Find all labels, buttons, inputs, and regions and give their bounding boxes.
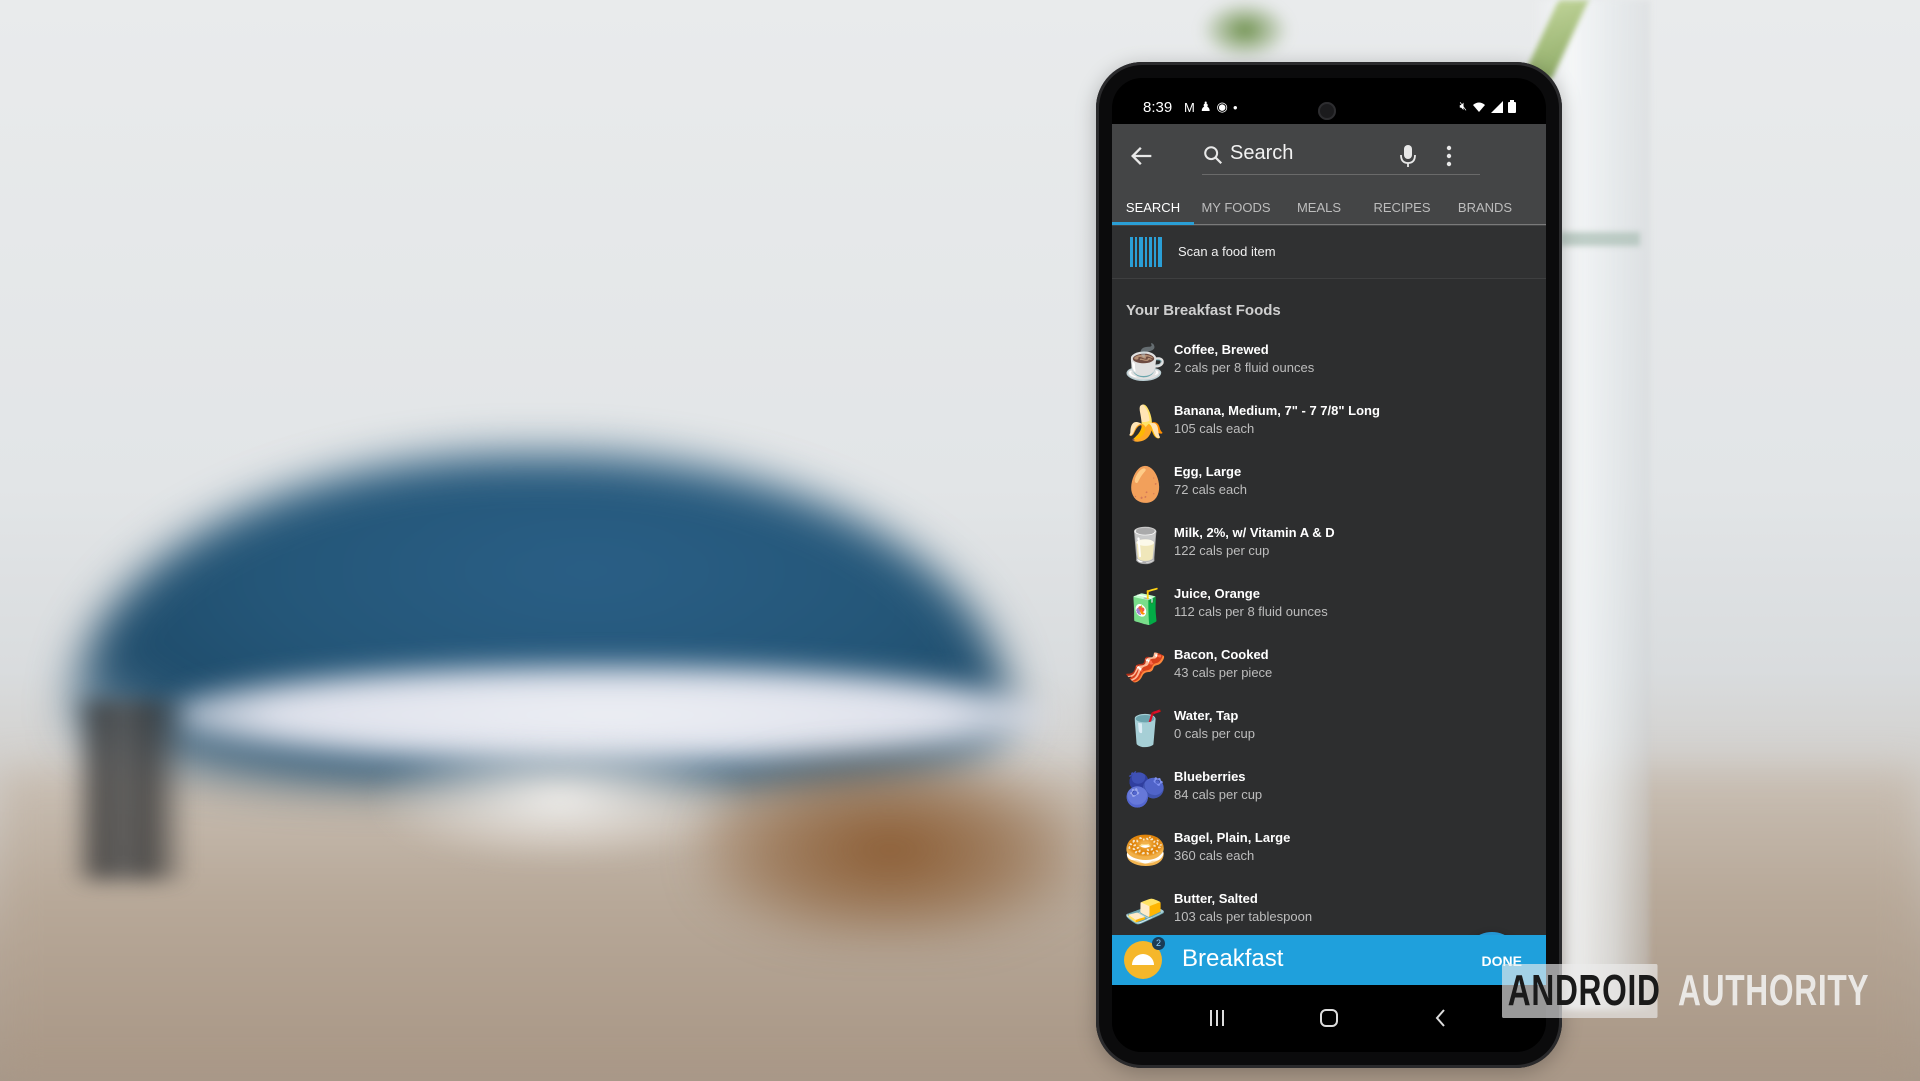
food-name: Bagel, Plain, Large [1174, 830, 1291, 845]
food-name: Water, Tap [1174, 708, 1239, 723]
milk-icon: 🥛 [1124, 527, 1167, 565]
android-authority-watermark: ANDROID AUTHORITY [1502, 964, 1920, 1018]
bacon-icon: 🥓 [1124, 649, 1167, 687]
food-name: Butter, Salted [1174, 891, 1258, 906]
back-arrow-icon[interactable] [1128, 142, 1156, 170]
food-calories: 105 cals each [1174, 421, 1255, 436]
meal-item-count-badge: 2 [1152, 937, 1165, 950]
phone-screen: 8:39 M ♟ ◉ ● 🔇︎ Search SEARCH MY FOODS M… [1112, 78, 1546, 1052]
food-name: Banana, Medium, 7" - 7 7/8" Long [1174, 403, 1380, 418]
wifi-icon [1473, 102, 1485, 112]
status-left-icons: M ♟ ◉ ● [1184, 99, 1238, 115]
photo-background [0, 0, 1920, 1081]
signal-icon [1491, 100, 1503, 113]
tab-my-foods[interactable]: MY FOODS [1194, 190, 1278, 224]
mute-icon: 🔇︎ [1459, 99, 1467, 113]
tab-bar: SEARCH MY FOODS MEALS RECIPES BRANDS [1112, 190, 1546, 225]
food-list-item[interactable]: 🫐 Blueberries 84 cals per cup [1112, 761, 1546, 821]
food-calories: 103 cals per tablespoon [1174, 909, 1313, 924]
gmail-icon: M [1184, 99, 1195, 115]
food-list-item[interactable]: 🥤 Water, Tap 0 cals per cup [1112, 700, 1546, 760]
app-bar: Search SEARCH MY FOODS MEALS RECIPES BRA… [1112, 124, 1546, 226]
food-name: Juice, Orange [1174, 586, 1260, 601]
blueberries-icon: 🫐 [1124, 771, 1167, 809]
blurred-plate-base [380, 740, 740, 860]
food-list-item[interactable]: 🍌 Banana, Medium, 7" - 7 7/8" Long 105 cal… [1112, 395, 1546, 455]
coffee-icon: ☕ [1124, 344, 1167, 382]
notification-icon: ♟ [1199, 99, 1212, 114]
blurred-fork [70, 700, 190, 880]
status-right-icons: 🔇︎ [1459, 99, 1516, 114]
tab-recipes[interactable]: RECIPES [1360, 190, 1444, 224]
recents-icon[interactable] [1204, 1005, 1230, 1031]
egg-icon: 🥚 [1124, 466, 1167, 504]
sync-icon: ◉ [1216, 99, 1228, 114]
front-camera [1318, 102, 1336, 120]
food-list-item[interactable]: 🥚 Egg, Large 72 cals each [1112, 456, 1546, 516]
food-calories: 0 cals per cup [1174, 726, 1255, 741]
food-name: Coffee, Brewed [1174, 342, 1269, 357]
food-calories: 112 cals per 8 fluid ounces [1174, 604, 1328, 619]
tab-search[interactable]: SEARCH [1112, 190, 1194, 225]
meal-label[interactable]: Breakfast [1182, 945, 1283, 973]
status-bar: 8:39 M ♟ ◉ ● 🔇︎ [1112, 78, 1546, 124]
search-input[interactable]: Search [1202, 138, 1480, 175]
scan-label: Scan a food item [1178, 244, 1276, 259]
battery-icon [1508, 100, 1516, 113]
watermark-android: ANDROID [1502, 964, 1660, 1018]
food-list-area: Scan a food item Your Breakfast Foods ☕ C… [1112, 226, 1546, 1006]
banana-icon: 🍌 [1124, 405, 1167, 443]
food-list-item[interactable]: 🥓 Bacon, Cooked 43 cals per piece [1112, 639, 1546, 699]
food-name: Blueberries [1174, 769, 1246, 784]
food-name: Bacon, Cooked [1174, 647, 1269, 662]
dot-icon: ● [1232, 102, 1238, 112]
juice-icon: 🧃 [1124, 588, 1167, 626]
status-time: 8:39 [1143, 99, 1173, 116]
food-calories: 360 cals each [1174, 848, 1255, 863]
food-list-item[interactable]: 🧃 Juice, Orange 112 cals per 8 fluid ounce… [1112, 578, 1546, 638]
food-calories: 43 cals per piece [1174, 665, 1273, 680]
meal-bar: 2 Breakfast DONE [1112, 935, 1546, 985]
blurred-wood [700, 760, 1080, 940]
tab-meals[interactable]: MEALS [1278, 190, 1360, 224]
butter-icon: 🧈 [1124, 893, 1167, 931]
scan-food-item-button[interactable]: Scan a food item [1112, 226, 1546, 279]
water-icon: 🥤 [1124, 710, 1167, 748]
system-nav-bar [1112, 985, 1546, 1052]
food-calories: 122 cals per cup [1174, 543, 1270, 558]
search-placeholder: Search [1230, 142, 1294, 164]
watermark-authority: AUTHORITY [1678, 966, 1870, 1015]
microphone-icon[interactable] [1399, 144, 1417, 168]
food-calories: 72 cals each [1174, 482, 1247, 497]
plant-leaves [1200, 0, 1290, 60]
food-name: Milk, 2%, w/ Vitamin A & D [1174, 525, 1335, 540]
food-list-item[interactable]: 🥯 Bagel, Plain, Large 360 cals each [1112, 822, 1546, 882]
home-icon[interactable] [1316, 1005, 1342, 1031]
back-icon[interactable] [1428, 1005, 1454, 1031]
food-calories: 2 cals per 8 fluid ounces [1174, 360, 1315, 375]
tab-brands[interactable]: BRANDS [1444, 190, 1526, 224]
bagel-icon: 🥯 [1124, 832, 1167, 870]
food-list-item[interactable]: 🥛 Milk, 2%, w/ Vitamin A & D 122 cals per … [1112, 517, 1546, 577]
food-list-item[interactable]: ☕ Coffee, Brewed 2 cals per 8 fluid ounces [1112, 334, 1546, 394]
more-options-icon[interactable] [1444, 144, 1454, 168]
food-calories: 84 cals per cup [1174, 787, 1263, 802]
section-header: Your Breakfast Foods [1126, 302, 1281, 319]
search-icon [1204, 146, 1223, 165]
glass-water-line [1560, 232, 1640, 246]
phone: 8:39 M ♟ ◉ ● 🔇︎ Search SEARCH MY FOODS M… [1096, 62, 1562, 1068]
food-name: Egg, Large [1174, 464, 1242, 479]
barcode-icon [1130, 237, 1162, 267]
